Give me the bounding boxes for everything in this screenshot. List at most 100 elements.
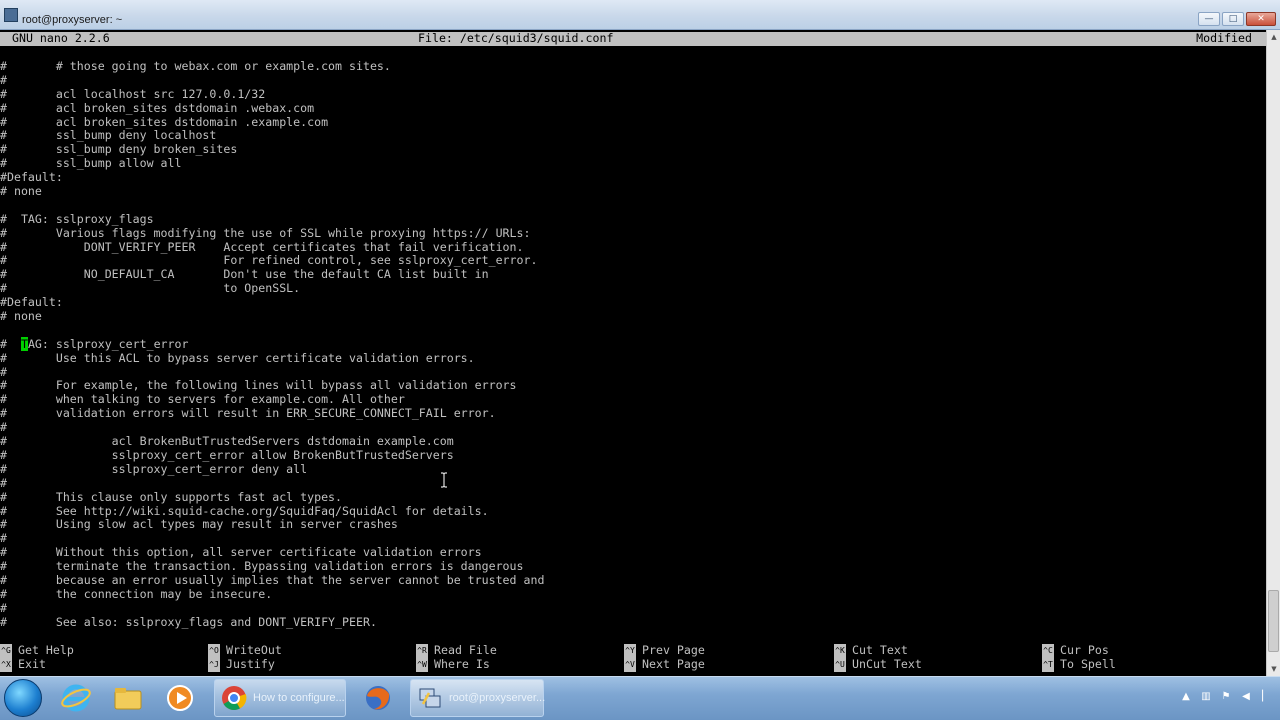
shortcut-key: ^X xyxy=(0,658,12,672)
shortcut-item: ^W Where Is xyxy=(416,657,490,672)
shortcut-key: ^O xyxy=(208,644,220,658)
shortcut-key: ^K xyxy=(834,644,846,658)
shortcut-label: UnCut Text xyxy=(852,657,922,671)
taskbar: How to configure... root@proxyserver... … xyxy=(0,676,1280,720)
editor-line: # ssl_bump allow all xyxy=(0,156,182,171)
shortcut-label: Exit xyxy=(18,657,46,671)
editor-line: # xyxy=(0,531,7,546)
editor-line: # For refined control, see sslproxy_cert… xyxy=(0,253,538,268)
editor-line: # sslproxy_cert_error allow BrokenButTru… xyxy=(0,447,454,462)
tray-expand-icon[interactable]: ▲ xyxy=(1180,691,1192,703)
editor-line: # because an error usually implies that … xyxy=(0,572,545,587)
shortcut-key: ^C xyxy=(1042,644,1054,658)
editor-line: # For example, the following lines will … xyxy=(0,378,517,393)
editor-line: # acl localhost src 127.0.0.1/32 xyxy=(0,86,266,101)
tray-flag-icon[interactable]: ⚑ xyxy=(1220,691,1232,703)
shortcut-label: WriteOut xyxy=(226,643,282,657)
shortcut-key: ^R xyxy=(416,644,428,658)
firefox-icon[interactable] xyxy=(362,682,394,714)
nano-header: GNU nano 2.2.6 File: /etc/squid3/squid.c… xyxy=(0,31,1266,46)
shortcut-key: ^G xyxy=(0,644,12,658)
terminal-area[interactable]: GNU nano 2.2.6 File: /etc/squid3/squid.c… xyxy=(0,30,1266,676)
shortcut-item: ^T To Spell xyxy=(1042,657,1116,672)
ie-icon[interactable] xyxy=(60,682,92,714)
shortcut-item: ^X Exit xyxy=(0,657,46,672)
window-titlebar[interactable]: root@proxyserver: ~ — □ ✕ xyxy=(0,0,1280,30)
shortcut-label: Where Is xyxy=(434,657,490,671)
maximize-button[interactable]: □ xyxy=(1222,12,1244,26)
editor-line-segment: AG: sslproxy_cert_error xyxy=(27,336,189,351)
shortcut-item: ^C Cur Pos xyxy=(1042,643,1109,658)
editor-line: # Using slow acl types may result in ser… xyxy=(0,517,398,532)
editor-line: # to OpenSSL. xyxy=(0,281,301,296)
editor-line: # NO_DEFAULT_CA Don't use the default CA… xyxy=(0,267,489,282)
shortcut-item: ^K Cut Text xyxy=(834,643,908,658)
editor-line: # xyxy=(0,364,7,379)
editor-line: # ssl_bump deny localhost xyxy=(0,128,217,143)
tray-speaker-icon[interactable]: ◀ xyxy=(1240,691,1252,703)
shortcut-item: ^G Get Help xyxy=(0,643,74,658)
editor-line: # acl broken_sites dstdomain .webax.com xyxy=(0,100,315,115)
editor-line: # TAG: sslproxy_flags xyxy=(0,211,154,226)
window-title: root@proxyserver: ~ xyxy=(22,14,123,26)
editor-line: # ssl_bump deny broken_sites xyxy=(0,142,238,157)
editor-line: # Use this ACL to bypass server certific… xyxy=(0,350,475,365)
editor-line: # DONT_VERIFY_PEER Accept certificates t… xyxy=(0,239,524,254)
scroll-down-arrow-icon[interactable]: ▼ xyxy=(1267,662,1280,676)
close-button[interactable]: ✕ xyxy=(1246,12,1276,26)
shortcut-key: ^Y xyxy=(624,644,636,658)
editor-line: # Various flags modifying the use of SSL… xyxy=(0,225,531,240)
editor-line: # the connection may be insecure. xyxy=(0,586,273,601)
editor-line: # terminate the transaction. Bypassing v… xyxy=(0,559,524,574)
scrollbar-thumb[interactable] xyxy=(1268,590,1279,652)
explorer-icon[interactable] xyxy=(112,682,144,714)
editor-line: # See http://wiki.squid-cache.org/SquidF… xyxy=(0,503,489,518)
shortcut-label: Read File xyxy=(434,643,497,657)
shortcut-key: ^W xyxy=(416,658,428,672)
editor-line: # xyxy=(0,600,7,615)
editor-line: # xyxy=(0,475,7,490)
taskbar-task-label: root@proxyserver... xyxy=(449,692,546,704)
shortcut-label: Cur Pos xyxy=(1060,643,1109,657)
show-desktop-icon[interactable]: ▏ xyxy=(1260,691,1272,703)
editor-line: # validation errors will result in ERR_S… xyxy=(0,406,496,421)
editor-line: # none xyxy=(0,184,42,199)
shortcut-item: ^V Next Page xyxy=(624,657,705,672)
putty-icon xyxy=(419,688,441,708)
editor-line: # # those going to webax.com or example.… xyxy=(0,59,391,73)
editor-line: # See also: sslproxy_flags and DONT_VERI… xyxy=(0,614,377,629)
editor-line: #Default: xyxy=(0,295,63,310)
start-button[interactable] xyxy=(4,679,42,717)
taskbar-task-chrome[interactable]: How to configure... xyxy=(214,679,346,717)
taskbar-task-putty[interactable]: root@proxyserver... xyxy=(410,679,546,717)
shortcut-label: Justify xyxy=(226,657,275,671)
nano-shortcut-bar: ^G Get Help ^X Exit ^O WriteOut ^J Justify ^R Rea… xyxy=(0,643,1266,672)
window-controls: — □ ✕ xyxy=(1198,12,1276,26)
editor-line: # This clause only supports fast acl typ… xyxy=(0,489,343,504)
minimize-button[interactable]: — xyxy=(1198,12,1220,26)
shortcut-item: ^Y Prev Page xyxy=(624,643,705,658)
nano-version: GNU nano 2.2.6 xyxy=(12,31,110,45)
editor-content[interactable]: # # those going to webax.com or example.… xyxy=(0,59,545,630)
shortcut-label: Prev Page xyxy=(642,643,705,657)
tray-network-icon[interactable]: ▥ xyxy=(1200,691,1212,703)
shortcut-item: ^O WriteOut xyxy=(208,643,282,658)
system-tray: ▲ ▥ ⚑ ◀ ▏ xyxy=(1180,691,1272,703)
vertical-scrollbar[interactable]: ▲ ▼ xyxy=(1266,30,1280,676)
shortcut-key: ^U xyxy=(834,658,846,672)
editor-line: # xyxy=(0,72,7,87)
editor-line: # xyxy=(0,420,7,435)
editor-line: # acl BrokenButTrustedServers dstdomain … xyxy=(0,434,454,449)
editor-line: # Without this option, all server certif… xyxy=(0,545,482,560)
scroll-up-arrow-icon[interactable]: ▲ xyxy=(1267,30,1280,44)
editor-line-segment: # xyxy=(0,336,21,351)
shortcut-item: ^J Justify xyxy=(208,657,275,672)
editor-line: #Default: xyxy=(0,170,63,185)
nano-status: Modified xyxy=(1196,31,1252,45)
editor-line: # when talking to servers for example.co… xyxy=(0,392,405,407)
media-player-icon[interactable] xyxy=(164,682,196,714)
editor-line: # none xyxy=(0,309,42,324)
putty-app-icon[interactable] xyxy=(4,8,18,22)
